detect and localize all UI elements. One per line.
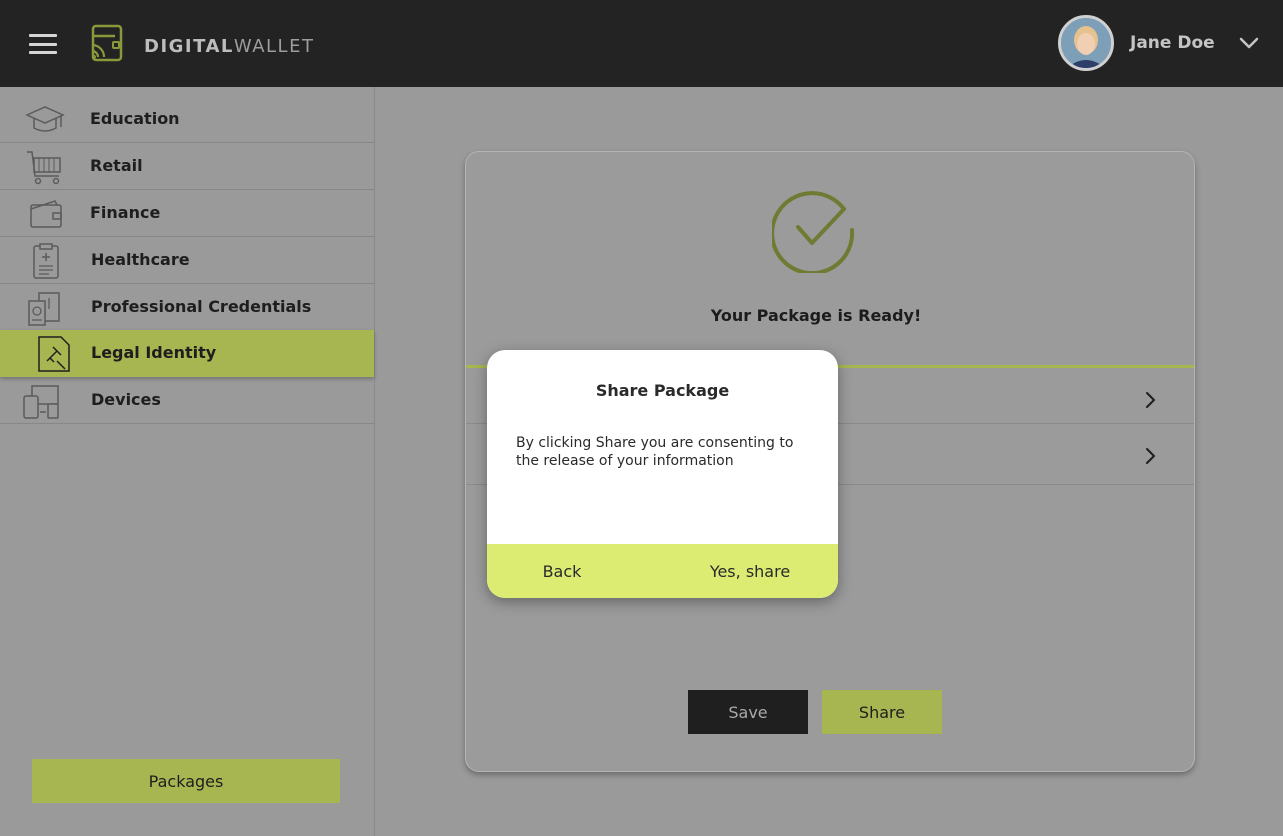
modal-title: Share Package xyxy=(595,381,730,400)
modal-footer: Back Yes, share xyxy=(487,544,838,598)
back-button[interactable]: Back xyxy=(507,544,617,598)
brand-bold: DIGITAL xyxy=(144,36,234,57)
sidebar-item-label: Legal Identity xyxy=(91,343,217,362)
package-ready-title: Your Package is Ready! xyxy=(710,306,922,325)
modal-message: By clicking Share you are consenting to … xyxy=(516,435,794,469)
sidebar-item-label: Healthcare xyxy=(91,250,190,269)
sidebar-item-education[interactable]: Education xyxy=(0,96,374,143)
sidebar-item-retail[interactable]: Retail xyxy=(0,143,374,190)
sidebar-item-label: Education xyxy=(90,109,180,128)
save-button[interactable]: Save xyxy=(688,690,808,734)
shopping-cart-icon xyxy=(27,151,61,185)
confirm-share-button[interactable]: Yes, share xyxy=(692,544,808,598)
check-circle-icon xyxy=(772,191,855,273)
sidebar: Education Retail Finance Healthcare Prof… xyxy=(0,87,375,836)
chevron-right-icon xyxy=(1146,448,1155,464)
sidebar-item-label: Retail xyxy=(90,156,143,175)
wallet-icon xyxy=(30,200,62,228)
brand-light: WALLET xyxy=(233,36,315,57)
sidebar-item-label: Devices xyxy=(91,390,161,409)
sidebar-item-label: Finance xyxy=(90,203,161,222)
gavel-document-icon xyxy=(38,336,70,372)
sidebar-item-label: Professional Credentials xyxy=(91,297,312,316)
sidebar-item-devices[interactable]: Devices xyxy=(0,377,374,424)
avatar-photo xyxy=(1061,18,1111,68)
sidebar-item-healthcare[interactable]: Healthcare xyxy=(0,237,374,284)
packages-button[interactable]: Packages xyxy=(32,759,340,803)
wallet-contactless-icon xyxy=(91,24,123,62)
user-name[interactable]: Jane Doe xyxy=(1130,33,1215,53)
top-header: DIGITALWALLET Jane Doe xyxy=(0,0,1283,87)
sidebar-item-legal-identity[interactable]: Legal Identity xyxy=(0,330,374,377)
devices-icon xyxy=(23,385,59,419)
chevron-down-icon[interactable] xyxy=(1238,34,1260,52)
graduation-cap-icon xyxy=(25,106,65,132)
sidebar-item-professional-credentials[interactable]: Professional Credentials xyxy=(0,284,374,331)
avatar[interactable] xyxy=(1058,15,1114,71)
share-button[interactable]: Share xyxy=(822,690,942,734)
app-brand: DIGITALWALLET xyxy=(144,36,314,57)
chevron-right-icon xyxy=(1146,392,1155,408)
medical-clipboard-icon xyxy=(33,243,59,279)
hamburger-menu-icon[interactable] xyxy=(29,34,57,54)
credential-badge-icon xyxy=(28,292,60,326)
sidebar-item-finance[interactable]: Finance xyxy=(0,190,374,237)
share-package-modal: Share Package By clicking Share you are … xyxy=(487,350,838,598)
